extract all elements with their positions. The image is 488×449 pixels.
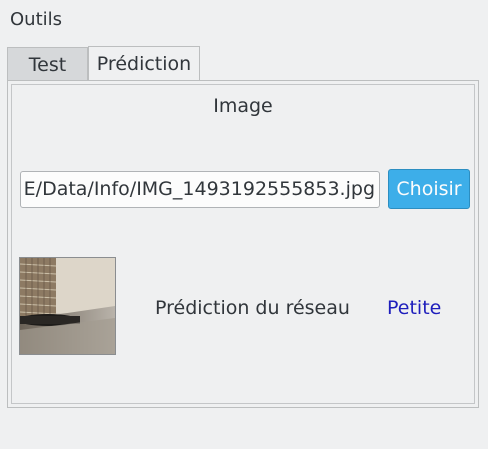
group-title: Outils [10, 9, 63, 30]
tab-bar: Test Prédiction [7, 46, 200, 81]
image-frame: Image E/Data/Info/IMG_1493192555853.jpg … [11, 84, 475, 404]
tab-test[interactable]: Test [7, 47, 88, 81]
choose-button[interactable]: Choisir [388, 169, 470, 209]
prediction-label: Prédiction du réseau [155, 297, 350, 319]
image-preview-icon [20, 258, 115, 354]
section-label-image: Image [213, 95, 273, 117]
tab-panel-prediction: Image E/Data/Info/IMG_1493192555853.jpg … [7, 80, 479, 408]
prediction-value: Petite [387, 297, 442, 319]
image-preview-thumbnail [19, 257, 116, 355]
tab-prediction[interactable]: Prédiction [88, 46, 200, 81]
file-path-text: E/Data/Info/IMG_1493192555853.jpg [23, 178, 375, 200]
file-path-field[interactable]: E/Data/Info/IMG_1493192555853.jpg [20, 171, 380, 208]
